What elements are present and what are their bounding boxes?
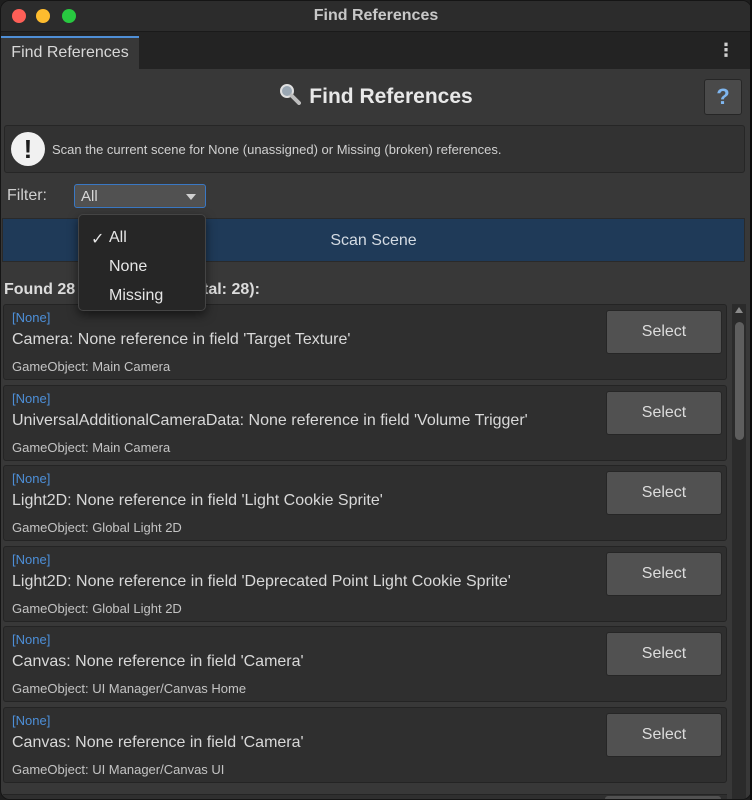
result-row: [None] Canvas: None reference in field '… (3, 626, 727, 702)
chevron-down-icon (186, 194, 196, 200)
select-button[interactable]: Select (606, 310, 722, 354)
checkmark-icon: ✓ (91, 231, 105, 248)
filter-label: Filter: (7, 187, 47, 204)
result-tag: [None] (12, 632, 51, 647)
result-row: [None] Camera: None reference in field '… (3, 304, 727, 380)
result-tag: [None] (12, 310, 51, 325)
tab-find-references[interactable]: Find References (1, 36, 139, 69)
result-row: [None] UniversalAdditionalCameraData: No… (3, 385, 727, 461)
result-row: [None] Light2D: None reference in field … (3, 546, 727, 622)
help-button[interactable]: ? (704, 79, 742, 115)
result-tag: [None] (12, 552, 51, 567)
panel-title: Find References (309, 85, 473, 108)
result-gameobject: GameObject: Main Camera (12, 359, 171, 374)
result-gameobject: GameObject: UI Manager/Canvas UI (12, 762, 225, 777)
result-tag: [None] (12, 471, 51, 486)
select-button[interactable]: Select (606, 713, 722, 757)
scrollbar-thumb[interactable] (735, 322, 744, 440)
results-scrollbar[interactable] (732, 304, 746, 799)
found-count-label: Found 28 (4, 281, 76, 298)
result-message: Light2D: None reference in field 'Deprec… (12, 573, 511, 590)
find-references-window: Find References Find References ⋮ Find R… (0, 0, 752, 800)
select-button[interactable]: Select (606, 471, 722, 515)
result-gameobject: GameObject: Global Light 2D (12, 601, 182, 616)
menu-item-none[interactable]: None (79, 252, 205, 280)
result-gameobject: GameObject: Main Camera (12, 440, 171, 455)
result-row: [None] Light2D: None reference in field … (3, 465, 727, 541)
panel-header: Find References (1, 83, 751, 109)
result-message: Canvas: None reference in field 'Camera' (12, 734, 304, 751)
select-button[interactable]: Select (606, 552, 722, 596)
exclamation-icon: ! (11, 132, 45, 166)
result-message: UniversalAdditionalCameraData: None refe… (12, 412, 528, 429)
menu-item-label: None (109, 258, 148, 275)
filter-dropdown-menu: ✓ All None Missing (78, 214, 206, 311)
select-button[interactable]: Select (606, 632, 722, 676)
tab-bar: Find References ⋮ (1, 32, 751, 69)
select-button-partial[interactable] (605, 796, 721, 799)
info-help-box: ! Scan the current scene for None (unass… (4, 125, 745, 173)
info-text: Scan the current scene for None (unassig… (52, 142, 502, 157)
result-tag: [None] (12, 391, 51, 406)
found-total-label: tal: 28): (203, 281, 260, 298)
result-gameobject: GameObject: Global Light 2D (12, 520, 182, 535)
scroll-up-icon[interactable] (735, 307, 743, 313)
window-title: Find References (313, 7, 439, 24)
result-message: Camera: None reference in field 'Target … (12, 331, 351, 348)
result-row: [None] Canvas: None reference in field '… (3, 707, 727, 783)
menu-item-label: All (109, 229, 127, 246)
magnifier-icon (280, 84, 302, 105)
result-gameobject: GameObject: UI Manager/Canvas Home (12, 681, 247, 696)
results-list: [None] Camera: None reference in field '… (3, 304, 729, 799)
result-message: Light2D: None reference in field 'Light … (12, 492, 383, 509)
filter-selected-value: All (81, 188, 98, 205)
menu-item-missing[interactable]: Missing (79, 281, 205, 309)
select-button[interactable]: Select (606, 391, 722, 435)
filter-dropdown[interactable]: All (74, 184, 206, 208)
menu-item-label: Missing (109, 287, 164, 304)
menu-item-all[interactable]: ✓ All (79, 223, 205, 251)
kebab-menu-icon[interactable]: ⋮ (717, 40, 735, 60)
result-message: Canvas: None reference in field 'Camera' (12, 653, 304, 670)
title-bar: Find References (1, 1, 751, 32)
result-tag: [None] (12, 713, 51, 728)
